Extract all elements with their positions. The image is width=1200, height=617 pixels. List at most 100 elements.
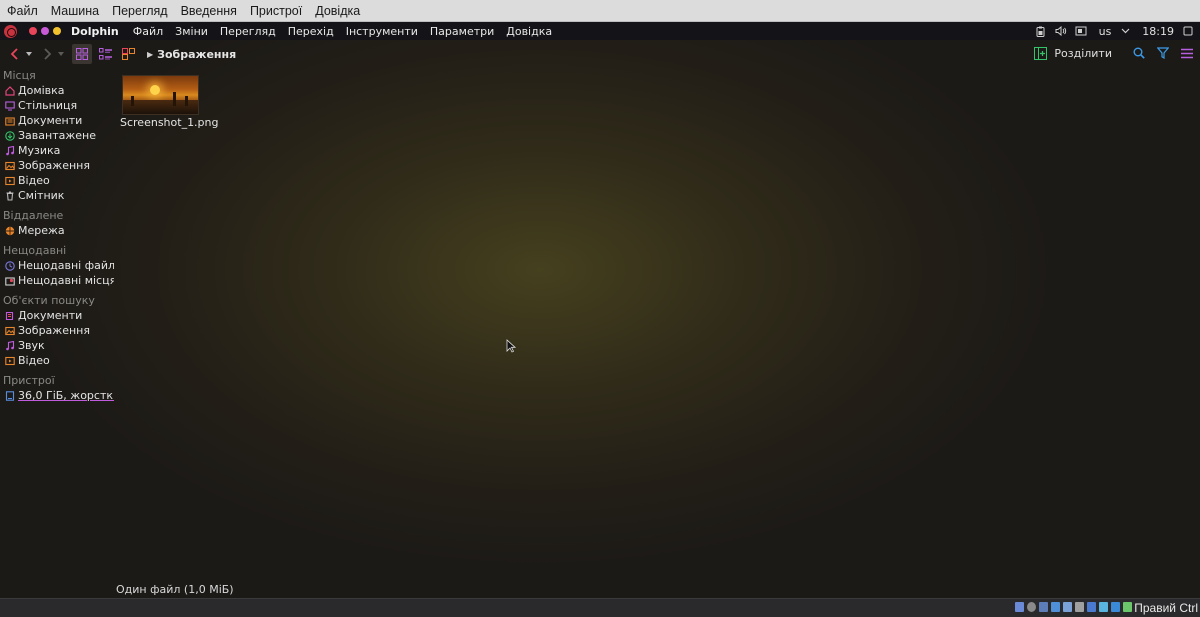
vbox-menu-help[interactable]: Довідка — [308, 0, 366, 22]
status-text: Один файл (1,0 МіБ) — [116, 583, 234, 596]
optical-drive-icon[interactable] — [1027, 602, 1036, 612]
places-item-label: Зображення — [18, 159, 90, 172]
places-item-search-video[interactable]: Відео — [0, 353, 114, 368]
recent-places-icon — [5, 276, 15, 286]
home-icon — [5, 85, 15, 96]
volume-icon[interactable] — [1055, 25, 1067, 37]
video-icon — [5, 176, 15, 186]
chevron-down-icon[interactable] — [1119, 25, 1131, 37]
search-documents-icon — [5, 311, 15, 321]
places-item-search-pictures[interactable]: Зображення — [0, 323, 114, 338]
cpu-icon[interactable] — [1111, 602, 1120, 612]
file-name: Screenshot_1.png — [120, 116, 219, 129]
download-icon — [5, 130, 15, 141]
menu-edit[interactable]: Зміни — [169, 25, 214, 38]
app-launcher-icon[interactable] — [4, 24, 17, 38]
vbox-menu-machine[interactable]: Машина — [44, 0, 105, 22]
shared-folders-icon[interactable] — [1075, 602, 1084, 612]
vbox-menu-view[interactable]: Перегляд — [105, 0, 173, 22]
places-item-documents[interactable]: Документи — [0, 113, 114, 128]
filter-icon[interactable] — [1154, 44, 1172, 62]
menu-file[interactable]: Файл — [127, 25, 169, 38]
places-panel: Місця Домівка Стільниця Документи Завант… — [0, 68, 114, 598]
places-item-label: Нещодавні файли — [18, 259, 114, 272]
split-icon — [1034, 46, 1048, 60]
places-item-music[interactable]: Музика — [0, 143, 114, 158]
harddisk-activity-icon[interactable] — [1015, 602, 1024, 612]
vbox-menubar: Файл Машина Перегляд Введення Пристрої Д… — [0, 0, 1200, 22]
breadcrumb-arrow-icon[interactable]: ▶ — [147, 50, 153, 59]
back-button[interactable] — [6, 45, 24, 63]
vbox-menu-file[interactable]: Файл — [0, 0, 44, 22]
hamburger-menu-icon[interactable] — [1178, 44, 1196, 62]
window-close-button[interactable] — [29, 27, 37, 35]
places-section-title: Місця — [3, 69, 36, 82]
vbox-menu-devices[interactable]: Пристрої — [243, 0, 308, 22]
file-thumbnail — [122, 75, 199, 115]
places-item-search-audio[interactable]: Звук — [0, 338, 114, 353]
places-item-label: Документи — [18, 309, 83, 322]
menu-help[interactable]: Довідка — [500, 25, 558, 38]
clock[interactable]: 18:19 — [1142, 25, 1174, 38]
places-item-harddisk[interactable]: 36,0 ГіБ, жорсткий ди — [0, 388, 114, 403]
places-item-video[interactable]: Відео — [0, 173, 114, 188]
places-item-label: Відео — [18, 354, 50, 367]
host-key-label: Правий Ctrl — [1134, 601, 1198, 615]
search-audio-icon — [5, 340, 15, 351]
details-view-button[interactable] — [95, 44, 115, 64]
places-item-label: Документи — [18, 114, 83, 127]
file-item[interactable]: Screenshot_1.png — [120, 75, 219, 129]
search-pictures-icon — [5, 326, 15, 336]
icons-view-button[interactable] — [72, 44, 92, 64]
documents-icon — [5, 116, 15, 126]
forward-button[interactable] — [38, 45, 56, 63]
places-item-trash[interactable]: Смітник — [0, 188, 114, 203]
usb-icon[interactable] — [1063, 602, 1072, 612]
search-icon[interactable] — [1130, 44, 1148, 62]
places-item-label: Мережа — [18, 224, 65, 237]
file-view[interactable]: Screenshot_1.png — [114, 68, 1200, 573]
places-item-network[interactable]: Мережа — [0, 223, 114, 238]
display-icon[interactable] — [1075, 25, 1087, 37]
keyboard-layout[interactable]: us — [1099, 25, 1112, 38]
breadcrumb-current-folder[interactable]: Зображення — [157, 48, 236, 61]
places-item-recent-files[interactable]: Нещодавні файли — [0, 258, 114, 273]
audio-icon[interactable] — [1039, 602, 1048, 612]
network-adapter-icon[interactable] — [1051, 602, 1060, 612]
clipboard-icon[interactable] — [1035, 25, 1047, 37]
menu-settings[interactable]: Параметри — [424, 25, 500, 38]
menu-view[interactable]: Перегляд — [214, 25, 282, 38]
desktop-icon — [5, 100, 15, 111]
menu-go[interactable]: Перехід — [282, 25, 340, 38]
desktop-peek-icon[interactable] — [1182, 25, 1194, 37]
display-icon[interactable] — [1087, 602, 1096, 612]
places-item-home[interactable]: Домівка — [0, 83, 114, 98]
places-item-search-documents[interactable]: Документи — [0, 308, 114, 323]
video-capture-icon[interactable] — [1099, 602, 1108, 612]
places-item-label: Звук — [18, 339, 45, 352]
places-item-label: Стільниця — [18, 99, 78, 112]
split-button[interactable]: Розділити — [1034, 46, 1112, 60]
harddisk-icon — [5, 390, 15, 401]
places-item-recent-places[interactable]: Нещодавні місця — [0, 273, 114, 288]
places-item-downloads[interactable]: Завантажене — [0, 128, 114, 143]
window-maximize-button[interactable] — [53, 27, 61, 35]
places-section-title: Нещодавні — [3, 244, 67, 257]
vbox-menu-input[interactable]: Введення — [174, 0, 243, 22]
split-button-label: Розділити — [1054, 46, 1112, 60]
places-item-pictures[interactable]: Зображення — [0, 158, 114, 173]
places-item-label: Завантажене — [18, 129, 96, 142]
split-view-mode-button[interactable] — [118, 44, 138, 64]
mouse-integration-icon[interactable] — [1123, 602, 1132, 612]
menu-tools[interactable]: Інструменти — [340, 25, 424, 38]
guest-top-panel: Dolphin Файл Зміни Перегляд Перехід Інст… — [0, 22, 1200, 40]
window-minimize-button[interactable] — [41, 27, 49, 35]
forward-history-chevron-icon[interactable] — [56, 45, 66, 63]
places-item-desktop[interactable]: Стільниця — [0, 98, 114, 113]
back-history-chevron-icon[interactable] — [24, 45, 34, 63]
places-item-label: Смітник — [18, 189, 65, 202]
trash-icon — [5, 191, 15, 201]
search-video-icon — [5, 356, 15, 366]
places-item-label: Нещодавні місця — [18, 274, 114, 287]
vbox-device-icons — [1015, 602, 1132, 612]
